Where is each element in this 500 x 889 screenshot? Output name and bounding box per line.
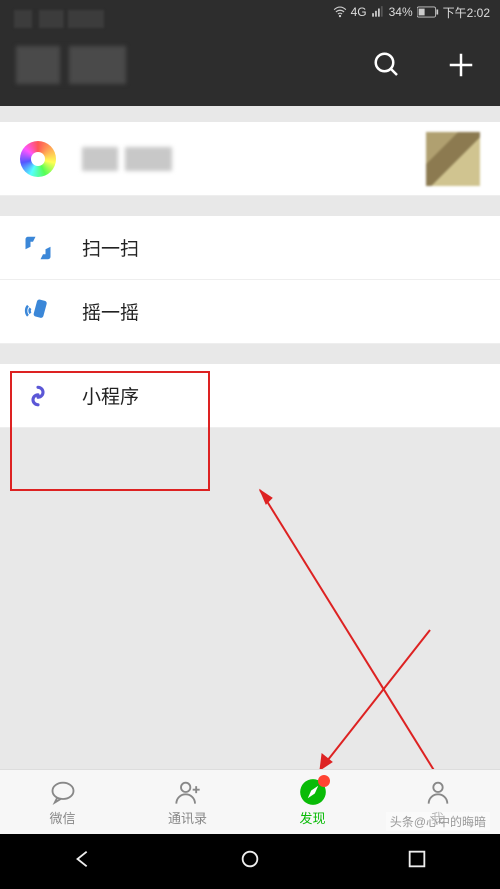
miniprogram-label: 小程序 xyxy=(82,382,480,409)
tab-chat-label: 微信 xyxy=(49,808,75,827)
nav-recent-icon[interactable] xyxy=(406,848,428,875)
signal-icon xyxy=(371,5,385,19)
chat-icon xyxy=(49,778,77,806)
search-icon[interactable] xyxy=(370,48,404,82)
add-icon[interactable] xyxy=(444,48,478,82)
moments-icon xyxy=(20,141,56,177)
row-moments[interactable] xyxy=(0,122,500,196)
tab-contacts-label: 通讯录 xyxy=(168,808,207,827)
watermark: 头条@心中的晦暗 xyxy=(386,812,490,831)
shake-icon xyxy=(20,294,56,330)
scan-icon xyxy=(20,230,56,266)
discover-badge xyxy=(318,775,330,787)
tab-contacts[interactable]: 通讯录 xyxy=(125,770,250,834)
row-miniprogram[interactable]: 小程序 xyxy=(0,364,500,428)
annotation-arrow-2 xyxy=(300,620,440,780)
time-label: 下午2:02 xyxy=(443,4,490,21)
scan-label: 扫一扫 xyxy=(82,234,480,261)
row-shake[interactable]: 摇一摇 xyxy=(0,280,500,344)
wifi-icon xyxy=(333,5,347,19)
network-label: 4G xyxy=(351,5,367,19)
moments-thumbnail xyxy=(426,132,480,186)
moments-label-blur xyxy=(82,147,172,171)
discover-icon xyxy=(299,778,327,806)
android-nav xyxy=(0,834,500,889)
battery-label: 34% xyxy=(389,5,413,19)
miniprogram-icon xyxy=(20,378,56,414)
contacts-icon xyxy=(174,778,202,806)
status-carrier-blur xyxy=(14,10,104,28)
shake-label: 摇一摇 xyxy=(82,298,480,325)
status-bar: 4G 34% 下午2:02 xyxy=(0,0,500,24)
tab-discover-label: 发现 xyxy=(299,808,325,827)
header-title-blur xyxy=(16,46,126,84)
nav-back-icon[interactable] xyxy=(72,848,94,875)
header xyxy=(0,24,500,106)
tab-discover[interactable]: 发现 xyxy=(250,770,375,834)
battery-icon xyxy=(417,6,439,18)
row-scan[interactable]: 扫一扫 xyxy=(0,216,500,280)
tab-chat[interactable]: 微信 xyxy=(0,770,125,834)
nav-home-icon[interactable] xyxy=(239,848,261,875)
me-icon xyxy=(424,778,452,806)
